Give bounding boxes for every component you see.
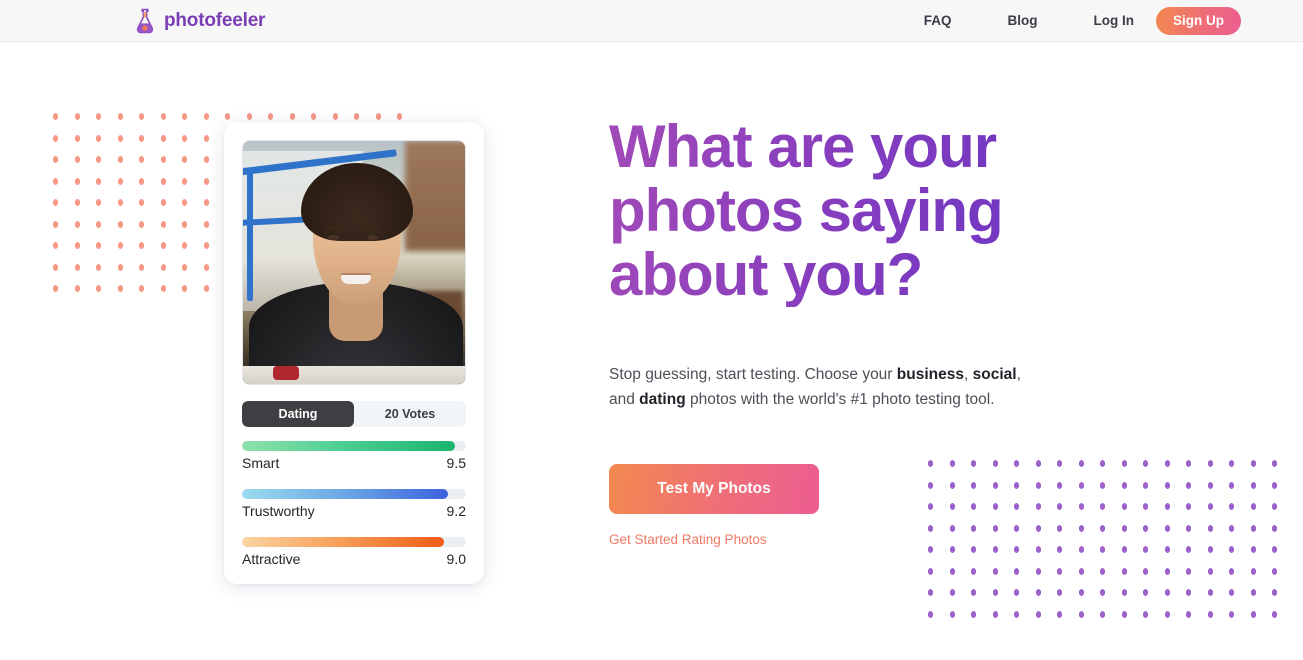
rating-value-smart: 9.5	[446, 455, 466, 471]
main-nav: FAQ Blog Log In Sign Up	[896, 0, 1241, 42]
nav-item-blog[interactable]: Blog	[980, 0, 1066, 42]
profile-photo[interactable]	[242, 140, 466, 385]
hero-title-line-1: What are your	[609, 113, 997, 180]
toggle-vote-count[interactable]: 20 Votes	[354, 401, 466, 427]
rating-value-trustworthy: 9.2	[446, 503, 466, 519]
subtitle-part-4: photos with the world's #1 photo testing…	[685, 391, 995, 408]
get-started-rating-link[interactable]: Get Started Rating Photos	[609, 532, 767, 547]
rating-bar-track-attractive	[242, 537, 466, 547]
hero-section: What are your photos saying about you? S…	[609, 115, 1079, 549]
ratings-list: Smart 9.5 Trustworthy 9.2 Attractive 9.0	[242, 441, 466, 567]
hero-title-line-3: about you?	[609, 241, 923, 308]
photo-rating-card: Dating 20 Votes Smart 9.5 Trustworthy 9.…	[224, 122, 484, 584]
rating-row-attractive: Attractive 9.0	[242, 537, 466, 567]
brand-logo[interactable]: photofeeler	[134, 6, 265, 36]
subtitle-bold-social: social	[972, 366, 1017, 383]
subtitle-bold-business: business	[896, 366, 964, 383]
subtitle-part-1: Stop guessing, start testing. Choose you…	[609, 366, 897, 383]
hero-title-line-2: photos saying	[609, 177, 1003, 244]
subtitle-bold-dating: dating	[639, 391, 686, 408]
sign-up-button[interactable]: Sign Up	[1156, 7, 1241, 35]
rating-bar-fill-smart	[242, 441, 455, 451]
nav-item-faq[interactable]: FAQ	[896, 0, 980, 42]
flask-icon	[136, 8, 154, 34]
rating-bar-track-smart	[242, 441, 466, 451]
subtitle-part-2: ,	[963, 366, 973, 383]
brand-name: photofeeler	[164, 10, 266, 31]
rating-bar-fill-trustworthy	[242, 489, 449, 499]
rating-value-attractive: 9.0	[446, 551, 466, 567]
site-header: photofeeler FAQ Blog Log In Sign Up	[0, 0, 1303, 42]
hero-subtitle: Stop guessing, start testing. Choose you…	[609, 362, 1029, 412]
rating-bar-track-trustworthy	[242, 489, 466, 499]
rating-label-smart: Smart	[242, 455, 280, 471]
rating-label-attractive: Attractive	[242, 551, 301, 567]
category-toggle: Dating 20 Votes	[242, 401, 466, 427]
rating-label-trustworthy: Trustworthy	[242, 503, 315, 519]
nav-item-login[interactable]: Log In	[1066, 0, 1157, 42]
test-my-photos-button[interactable]: Test My Photos	[609, 464, 819, 514]
rating-row-smart: Smart 9.5	[242, 441, 466, 471]
rating-bar-fill-attractive	[242, 537, 444, 547]
page-title: What are your photos saying about you?	[609, 115, 1079, 307]
toggle-tab-dating[interactable]: Dating	[242, 401, 354, 427]
rating-row-trustworthy: Trustworthy 9.2	[242, 489, 466, 519]
